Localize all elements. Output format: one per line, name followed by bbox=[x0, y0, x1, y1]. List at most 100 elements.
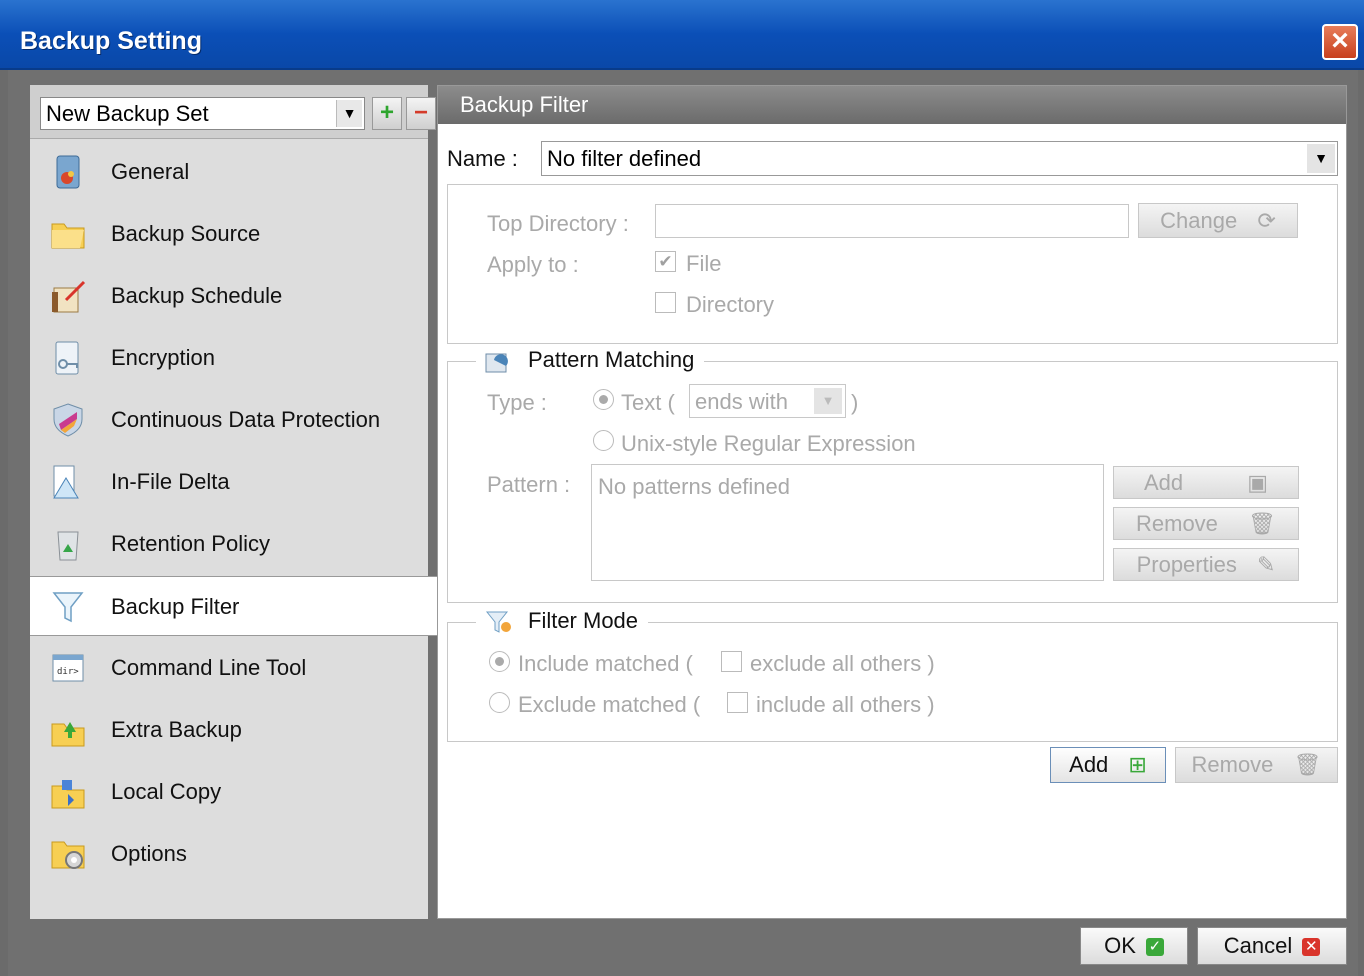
regex-type-radio[interactable] bbox=[593, 430, 614, 451]
sidebar-item-label: Continuous Data Protection bbox=[111, 407, 381, 432]
pattern-icon bbox=[485, 353, 508, 373]
close-icon: × bbox=[1331, 24, 1349, 57]
window-title: Backup Setting bbox=[20, 27, 202, 55]
sidebar-item-local-copy[interactable]: Local Copy bbox=[30, 762, 428, 822]
sidebar-item-label: Backup Source bbox=[111, 221, 261, 246]
filter-name-value: No filter defined bbox=[547, 146, 702, 171]
cancel-icon: ✕ bbox=[1302, 938, 1321, 956]
exclude-all-others-label: exclude all others ) bbox=[750, 651, 935, 676]
sidebar-item-options[interactable]: Options bbox=[30, 824, 428, 884]
sidebar-item-label: Backup Filter bbox=[111, 594, 240, 619]
extra-backup-icon bbox=[51, 722, 85, 747]
pattern-matching-title: Pattern Matching bbox=[528, 347, 695, 372]
trash-icon: 🗑 bbox=[1248, 511, 1276, 536]
sidebar-item-backup-filter[interactable]: Backup Filter bbox=[30, 576, 440, 636]
sidebar-item-label: Local Copy bbox=[111, 779, 222, 804]
command-line-icon: dir> bbox=[52, 654, 84, 682]
remove-pattern-label: Remove bbox=[1136, 511, 1218, 536]
sidebar-item-continuous-data-protection[interactable]: Continuous Data Protection bbox=[30, 390, 428, 450]
text-type-close: ) bbox=[851, 390, 859, 415]
ok-button[interactable]: OK ✓ bbox=[1080, 927, 1188, 965]
backup-set-select[interactable]: New Backup Set ▼ bbox=[40, 97, 365, 130]
general-icon bbox=[56, 155, 80, 189]
add-pattern-label: Add bbox=[1143, 470, 1184, 495]
type-label: Type : bbox=[487, 390, 547, 415]
backup-filter-panel: Backup Filter Name : No filter defined ▼… bbox=[437, 85, 1347, 919]
add-pattern-button[interactable]: Add ▣ bbox=[1113, 466, 1299, 499]
sidebar-item-label: Command Line Tool bbox=[111, 655, 307, 680]
cancel-button[interactable]: Cancel ✕ bbox=[1197, 927, 1347, 965]
exclude-matched-label: Exclude matched ( bbox=[518, 692, 701, 717]
remove-backup-set-button[interactable]: − bbox=[406, 97, 436, 130]
options-icon bbox=[51, 841, 85, 869]
add-backup-set-button[interactable]: + bbox=[372, 97, 402, 130]
sidebar-item-general[interactable]: General bbox=[30, 142, 428, 202]
filter-mode-legend: Filter Mode bbox=[476, 608, 649, 636]
filter-name-label: Name : bbox=[447, 146, 518, 171]
window-title-bar: Backup Setting × bbox=[0, 0, 1364, 70]
top-directory-input[interactable] bbox=[655, 204, 1129, 238]
sidebar-item-backup-source[interactable]: Backup Source bbox=[30, 204, 428, 264]
sidebar-item-label: In-File Delta bbox=[111, 469, 230, 494]
exclude-all-others-checkbox[interactable] bbox=[721, 651, 742, 672]
add-filter-button[interactable]: Add ⊞ bbox=[1050, 747, 1166, 783]
sidebar-item-command-line-tool[interactable]: dir> Command Line Tool bbox=[30, 638, 428, 698]
sidebar-item-label: General bbox=[111, 159, 190, 184]
change-button-label: Change bbox=[1160, 208, 1238, 233]
apply-directory-label: Directory bbox=[686, 292, 775, 317]
pattern-properties-button[interactable]: Properties ✎ bbox=[1113, 548, 1299, 581]
apply-directory-checkbox[interactable] bbox=[655, 292, 676, 313]
filter-mode-group bbox=[447, 622, 1338, 742]
refresh-icon: ⟳ bbox=[1257, 208, 1276, 233]
apply-to-label: Apply to : bbox=[487, 252, 579, 277]
sidebar-item-label: Backup Schedule bbox=[111, 283, 283, 308]
pattern-list[interactable]: No patterns defined bbox=[591, 464, 1104, 581]
include-all-others-label: include all others ) bbox=[756, 692, 935, 717]
include-all-others-checkbox[interactable] bbox=[727, 692, 748, 713]
sidebar-item-label: Retention Policy bbox=[111, 531, 270, 556]
delta-icon bbox=[53, 465, 79, 499]
remove-filter-button[interactable]: Remove 🗑 bbox=[1175, 747, 1338, 783]
text-type-radio[interactable] bbox=[593, 389, 614, 410]
settings-sidebar: New Backup Set ▼ + − General Backup Sour… bbox=[30, 85, 440, 919]
pattern-matching-legend: Pattern Matching bbox=[476, 347, 705, 375]
sidebar-item-retention-policy[interactable]: Retention Policy bbox=[30, 514, 428, 574]
remove-pattern-button[interactable]: Remove 🗑 bbox=[1113, 507, 1299, 540]
sidebar-item-in-file-delta[interactable]: In-File Delta bbox=[30, 452, 428, 512]
backup-set-row: New Backup Set ▼ + − bbox=[30, 85, 436, 139]
svg-text:dir>: dir> bbox=[57, 667, 79, 677]
chevron-down-icon[interactable]: ▼ bbox=[814, 388, 842, 414]
text-type-label: Text ( bbox=[621, 390, 675, 415]
change-button[interactable]: Change ⟳ bbox=[1138, 203, 1298, 238]
encryption-icon bbox=[55, 341, 79, 375]
edit-icon: ✎ bbox=[1256, 552, 1276, 577]
include-matched-radio[interactable] bbox=[489, 651, 510, 672]
match-mode-value: ends with bbox=[695, 389, 788, 414]
cancel-label: Cancel bbox=[1223, 933, 1293, 958]
ok-label: OK bbox=[1104, 933, 1136, 958]
shield-icon bbox=[53, 403, 83, 437]
chevron-down-icon[interactable]: ▼ bbox=[1307, 144, 1335, 173]
check-icon: ✓ bbox=[1145, 938, 1164, 956]
backup-set-value: New Backup Set bbox=[46, 101, 209, 126]
close-button[interactable]: × bbox=[1322, 24, 1358, 60]
sidebar-item-label: Encryption bbox=[111, 345, 215, 370]
add-icon: ▣ bbox=[1247, 470, 1269, 495]
regex-type-label: Unix-style Regular Expression bbox=[621, 431, 916, 456]
funnel-icon bbox=[52, 592, 84, 623]
filter-name-select[interactable]: No filter defined ▼ bbox=[541, 141, 1338, 176]
chevron-down-icon[interactable]: ▼ bbox=[336, 100, 362, 127]
sidebar-item-encryption[interactable]: Encryption bbox=[30, 328, 428, 388]
apply-file-checkbox[interactable]: ✔ bbox=[655, 251, 676, 272]
pattern-label: Pattern : bbox=[487, 472, 571, 497]
schedule-icon bbox=[52, 280, 86, 313]
match-mode-select[interactable]: ends with ▼ bbox=[689, 384, 846, 418]
sidebar-item-extra-backup[interactable]: Extra Backup bbox=[30, 700, 428, 760]
pattern-properties-label: Properties bbox=[1136, 552, 1237, 577]
exclude-matched-radio[interactable] bbox=[489, 692, 510, 713]
sidebar-item-backup-schedule[interactable]: Backup Schedule bbox=[30, 266, 428, 326]
add-icon: ⊞ bbox=[1128, 752, 1147, 777]
folder-icon bbox=[51, 223, 85, 249]
top-directory-label: Top Directory : bbox=[487, 211, 629, 236]
include-matched-label: Include matched ( bbox=[518, 651, 693, 676]
